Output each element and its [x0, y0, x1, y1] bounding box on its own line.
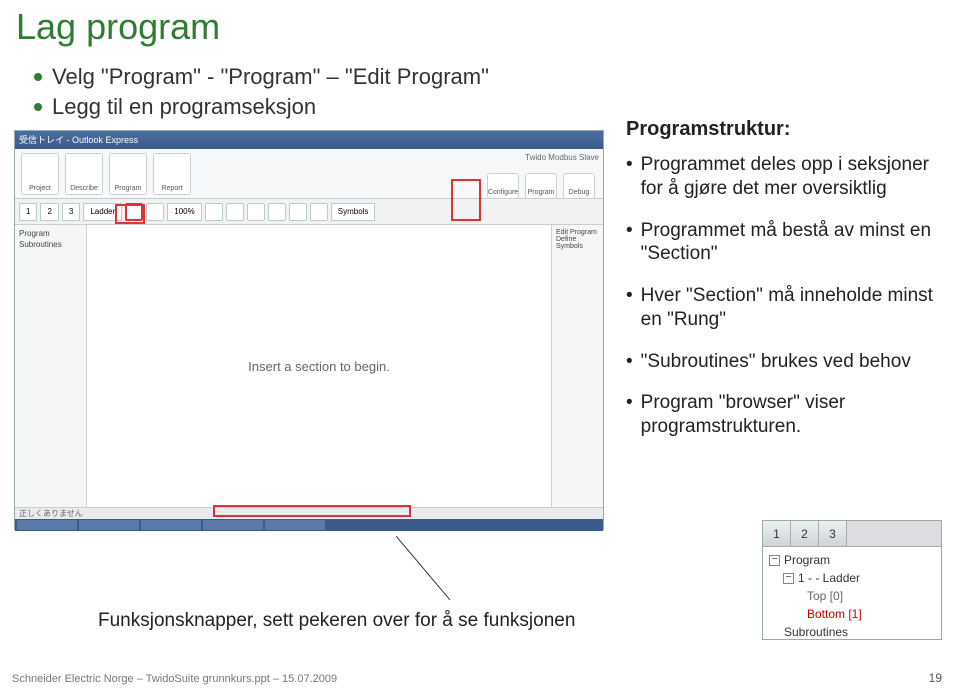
project-icon[interactable]: Project: [21, 153, 59, 195]
highlight-box-icon: [451, 179, 481, 221]
tree-label: Top [0]: [807, 589, 843, 603]
editor-canvas[interactable]: Insert a section to begin.: [87, 225, 551, 507]
highlight-box-icon: [115, 204, 145, 224]
right-text: Hver "Section" må inneholde minst en "Ru…: [641, 284, 946, 332]
tree-root[interactable]: − Program: [769, 551, 935, 569]
toolbar-button[interactable]: [289, 203, 307, 221]
tree-body: − Program − 1 - - Ladder Top [0] Bottom …: [763, 547, 941, 645]
page-title: Lag program: [0, 0, 960, 48]
program-tree-panel: 1 2 3 − Program − 1 - - Ladder Top [0] B…: [762, 520, 942, 640]
taskbar-item[interactable]: [141, 520, 201, 530]
configure-icon[interactable]: Configure: [487, 173, 519, 199]
collapse-icon[interactable]: −: [783, 573, 794, 584]
tab-1[interactable]: 1: [19, 203, 37, 221]
zoom-select[interactable]: 100%: [167, 203, 201, 221]
right-text: Programmet deles opp i seksjoner for å g…: [641, 153, 946, 201]
taskbar-item[interactable]: [265, 520, 325, 530]
toolbar-button[interactable]: [146, 203, 164, 221]
bullet-dot-icon: [34, 73, 42, 81]
os-taskbar: [15, 519, 603, 531]
toolbar-button[interactable]: [205, 203, 223, 221]
right-item-edit[interactable]: Edit Program: [556, 229, 599, 236]
report-icon[interactable]: Report: [153, 153, 191, 195]
tree-child[interactable]: Top [0]: [769, 587, 935, 605]
right-text: "Subroutines" brukes ved behov: [641, 350, 911, 374]
toolbar-button[interactable]: [247, 203, 265, 221]
right-bullet: •Programmet må bestå av minst en "Sectio…: [626, 219, 946, 267]
right-text: Programmet må bestå av minst en "Section…: [641, 219, 946, 267]
left-browser: Program Subroutines: [15, 225, 87, 507]
tree-label: 1 - - Ladder: [798, 571, 860, 585]
right-panel: Edit Program Define Symbols: [551, 225, 603, 507]
callout-arrow-icon: [396, 536, 450, 600]
page-number: 19: [929, 671, 942, 685]
program-icon[interactable]: Program: [109, 153, 147, 195]
collapse-icon[interactable]: −: [769, 555, 780, 566]
app-screenshot: 受信トレイ - Outlook Express Project Describe…: [14, 130, 604, 530]
tree-tab-3[interactable]: 3: [819, 521, 847, 546]
right-bullet: •Programmet deles opp i seksjoner for å …: [626, 153, 946, 201]
bullet-item: Legg til en programseksjon: [34, 92, 960, 122]
tree-tab-2[interactable]: 2: [791, 521, 819, 546]
tree-subroutines[interactable]: Subroutines: [769, 623, 935, 641]
right-column: Programstruktur: •Programmet deles opp i…: [626, 118, 946, 457]
bullet-text: Legg til en programseksjon: [52, 92, 316, 122]
window-titlebar: 受信トレイ - Outlook Express: [15, 131, 603, 149]
tree-tab-1[interactable]: 1: [763, 521, 791, 546]
tree-label: Program: [784, 553, 830, 567]
left-item-subroutines[interactable]: Subroutines: [19, 240, 82, 249]
right-text: Program "browser" viser programstrukture…: [641, 391, 946, 439]
tree-node[interactable]: − 1 - - Ladder: [769, 569, 935, 587]
tree-label: Subroutines: [784, 625, 848, 639]
bullet-text: Velg "Program" - "Program" – "Edit Progr…: [52, 62, 489, 92]
right-bullet: •Program "browser" viser programstruktur…: [626, 391, 946, 439]
highlight-box-icon: [213, 505, 411, 517]
toolbar: 1 2 3 Ladder 100% Symbols: [15, 199, 603, 225]
main-bullets: Velg "Program" - "Program" – "Edit Progr…: [0, 48, 960, 121]
toolbar-button[interactable]: [310, 203, 328, 221]
right-heading: Programstruktur:: [626, 118, 946, 141]
taskbar-item[interactable]: [79, 520, 139, 530]
right-item-symbols[interactable]: Define Symbols: [556, 236, 599, 250]
left-item-program[interactable]: Program: [19, 229, 82, 238]
tab-3[interactable]: 3: [62, 203, 80, 221]
toolbar-button[interactable]: [226, 203, 244, 221]
tree-child[interactable]: Bottom [1]: [769, 605, 935, 623]
right-bullet: •"Subroutines" brukes ved behov: [626, 350, 946, 374]
tab-2[interactable]: 2: [40, 203, 58, 221]
top-right-label: Twido Modbus Slave: [525, 153, 599, 162]
tree-label: Bottom [1]: [807, 607, 862, 621]
insert-section-hint: Insert a section to begin.: [248, 359, 390, 374]
bullet-dot-icon: [34, 103, 42, 111]
describe-icon[interactable]: Describe: [65, 153, 103, 195]
bullet-item: Velg "Program" - "Program" – "Edit Progr…: [34, 62, 960, 92]
taskbar-item[interactable]: [17, 520, 77, 530]
footer-text: Schneider Electric Norge – TwidoSuite gr…: [12, 673, 337, 685]
symbols-button[interactable]: Symbols: [331, 203, 376, 221]
program-tab-icon[interactable]: Program: [525, 173, 557, 199]
right-bullet: •Hver "Section" må inneholde minst en "R…: [626, 284, 946, 332]
taskbar-item[interactable]: [203, 520, 263, 530]
toolbar-button[interactable]: [268, 203, 286, 221]
callout-label: Funksjonsknapper, sett pekeren over for …: [98, 610, 575, 632]
tree-tabs: 1 2 3: [763, 521, 941, 547]
debug-icon[interactable]: Debug: [563, 173, 595, 199]
top-nav-icons: Project Describe Program Report Twido Mo…: [15, 149, 603, 199]
editor-body: Program Subroutines Insert a section to …: [15, 225, 603, 507]
